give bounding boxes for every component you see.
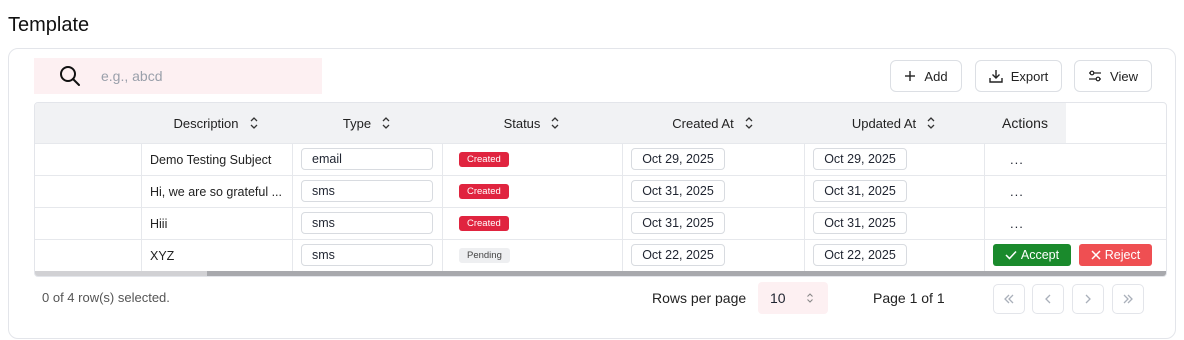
- x-icon: [1091, 250, 1101, 260]
- row-actions-menu[interactable]: ...: [1010, 176, 1024, 207]
- sort-icon: [382, 117, 390, 129]
- column-header-description[interactable]: Description: [142, 103, 290, 143]
- search-bar[interactable]: [34, 58, 322, 94]
- column-header-actions: Actions: [984, 103, 1066, 143]
- data-table: Description Type Status Created At Updat…: [34, 102, 1167, 277]
- created-at-field[interactable]: Oct 31, 2025: [631, 180, 725, 202]
- column-header-label: Updated At: [851, 115, 917, 131]
- sort-icon: [927, 117, 935, 129]
- column-header-updated-at[interactable]: Updated At: [804, 103, 984, 143]
- page-info: Page 1 of 1: [873, 290, 945, 306]
- updated-at-field[interactable]: Oct 31, 2025: [813, 180, 907, 202]
- plus-icon: [904, 70, 916, 82]
- search-icon: [58, 64, 82, 88]
- previous-page-button[interactable]: [1032, 284, 1064, 314]
- type-field[interactable]: sms: [301, 180, 433, 202]
- created-at-field[interactable]: Oct 29, 2025: [631, 148, 725, 170]
- chevron-left-icon: [1045, 294, 1051, 304]
- add-button[interactable]: Add: [890, 60, 962, 92]
- status-badge: Pending: [459, 248, 510, 263]
- column-header-label: Type: [342, 115, 372, 131]
- column-header-label: Description: [173, 115, 239, 131]
- scrollbar-thumb[interactable]: [207, 271, 1166, 276]
- column-header-status[interactable]: Status: [442, 103, 622, 143]
- table-row[interactable]: XYZ sms Pending Oct 22, 2025 Oct 22, 202…: [35, 239, 1166, 271]
- table-row[interactable]: Demo Testing Subject email Created Oct 2…: [35, 143, 1166, 175]
- view-button[interactable]: View: [1074, 60, 1152, 92]
- chevrons-left-icon: [1004, 294, 1014, 304]
- table-card: Add Export View Description Type Status …: [8, 48, 1176, 339]
- type-field[interactable]: email: [301, 148, 433, 170]
- search-input[interactable]: [101, 68, 301, 84]
- add-button-label: Add: [924, 68, 948, 84]
- updated-at-field[interactable]: Oct 29, 2025: [813, 148, 907, 170]
- description-cell: Demo Testing Subject: [150, 152, 272, 167]
- sort-icon: [551, 117, 559, 129]
- type-field[interactable]: sms: [301, 244, 433, 266]
- first-page-button[interactable]: [993, 284, 1025, 314]
- status-badge: Created: [459, 152, 509, 167]
- check-icon: [1005, 250, 1017, 260]
- row-actions-menu[interactable]: ...: [1010, 144, 1024, 175]
- next-page-button[interactable]: [1072, 284, 1104, 314]
- rows-per-page-value: 10: [770, 290, 786, 306]
- accept-button-label: Accept: [1020, 248, 1060, 262]
- status-badge: Created: [459, 216, 509, 231]
- table-row[interactable]: Hi, we are so grateful ... sms Created O…: [35, 175, 1166, 207]
- column-header-label: Actions: [1002, 115, 1048, 131]
- export-button[interactable]: Export: [975, 60, 1062, 92]
- type-field[interactable]: sms: [301, 212, 433, 234]
- status-badge: Created: [459, 184, 509, 199]
- selection-count: 0 of 4 row(s) selected.: [42, 290, 170, 305]
- table-row[interactable]: Hiii sms Created Oct 31, 2025 Oct 31, 20…: [35, 207, 1166, 239]
- created-at-field[interactable]: Oct 22, 2025: [631, 244, 725, 266]
- updated-at-field[interactable]: Oct 22, 2025: [813, 244, 907, 266]
- chevrons-right-icon: [1123, 294, 1133, 304]
- column-header-label: Status: [503, 115, 541, 131]
- description-cell: XYZ: [150, 248, 175, 263]
- row-actions-menu[interactable]: ...: [1010, 208, 1024, 239]
- sort-icon: [250, 117, 257, 129]
- page-title: Template: [8, 14, 90, 36]
- column-header-created-at[interactable]: Created At: [622, 103, 804, 143]
- last-page-button[interactable]: [1112, 284, 1144, 314]
- sliders-icon: [1088, 69, 1102, 83]
- rows-per-page-label: Rows per page: [652, 290, 747, 306]
- reject-button-label: Reject: [1104, 248, 1141, 262]
- download-icon: [989, 69, 1003, 83]
- column-header-type[interactable]: Type: [292, 103, 442, 143]
- view-button-label: View: [1110, 68, 1138, 84]
- scrollbar-track-left: [35, 271, 207, 276]
- export-button-label: Export: [1010, 68, 1049, 84]
- rows-per-page-select[interactable]: 10: [758, 282, 828, 314]
- column-header-label: Created At: [672, 115, 734, 131]
- chevron-right-icon: [1085, 294, 1091, 304]
- updated-at-field[interactable]: Oct 31, 2025: [813, 212, 907, 234]
- chevron-up-down-icon: [806, 293, 813, 303]
- sort-icon: [745, 117, 753, 129]
- reject-button[interactable]: Reject: [1079, 244, 1152, 266]
- accept-button[interactable]: Accept: [993, 244, 1071, 266]
- created-at-field[interactable]: Oct 31, 2025: [631, 212, 725, 234]
- description-cell: Hi, we are so grateful ...: [150, 184, 283, 199]
- description-cell: Hiii: [150, 216, 168, 231]
